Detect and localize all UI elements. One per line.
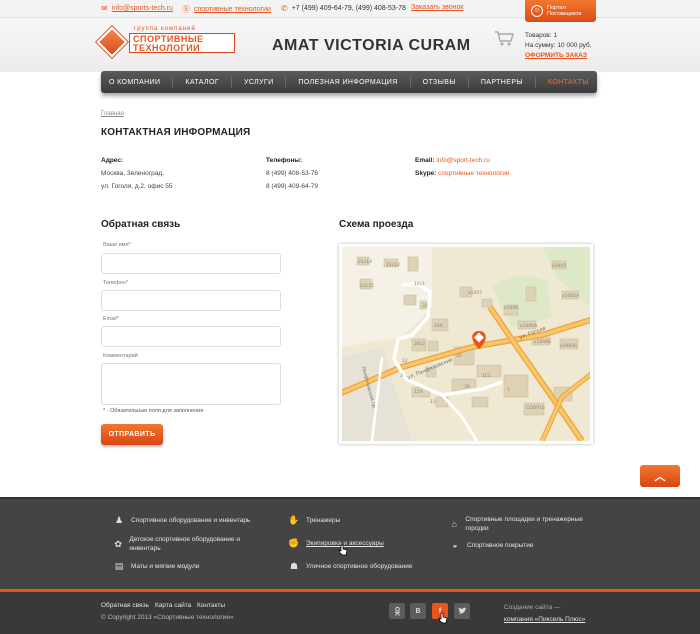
footer-item[interactable]: ⌂ Спортивные площадки и тренажерные город… (449, 515, 589, 533)
playground-icon: ⌂ (451, 518, 457, 529)
map-label: 15А (414, 389, 424, 395)
map-label: 26 (456, 353, 462, 359)
logo-cube-icon (96, 26, 128, 58)
map-label: х1006 (504, 305, 518, 311)
made-by: Создание сайта — компания «Пиксель Плюс» (504, 604, 586, 623)
comment-textarea[interactable] (101, 363, 281, 405)
name-input[interactable] (101, 253, 281, 274)
map-label: 13 (430, 399, 436, 405)
developer-link[interactable]: компания «Пиксель Плюс» (504, 616, 585, 623)
map-label: 16с1 (414, 281, 425, 287)
topbar-email[interactable]: ✉ info@sports-tech.ru (101, 4, 173, 13)
phone-icon: ✆ (281, 4, 288, 13)
outdoor-equipment-icon: ☗ (289, 561, 299, 571)
feedback-link[interactable]: Обратная связь (101, 602, 149, 609)
nav-item-catalog[interactable]: КАТАЛОГ (181, 79, 223, 86)
map-label: х1006Б (534, 339, 551, 345)
footer-item[interactable]: ◒ Спортивное покрытие (449, 541, 533, 550)
mats-icon: ▤ (114, 561, 124, 571)
copyright: © Copyright 2013 «Спортивные технологии» (101, 614, 234, 621)
nav-item-partners[interactable]: ПАРТНЕРЫ (477, 79, 527, 86)
site-logo[interactable]: группа компаний СПОРТИВНЫЕ ТЕХНОЛОГИИ (96, 26, 236, 58)
surface-icon: ◒ (452, 540, 458, 550)
chevron-up-icon: ︿ (654, 471, 666, 483)
nav-item-useful-info[interactable]: ПОЛЕЗНАЯ ИНФОРМАЦИЯ (294, 79, 401, 86)
page-title: КОНТАКТНАЯ ИНФОРМАЦИЯ (101, 127, 251, 138)
map-label: 32 (422, 303, 428, 309)
map-label: х1004Б (560, 343, 577, 349)
location-map[interactable]: 21с14 21с12 21с15 16с1 32 х1007 х1006 х1… (339, 244, 593, 444)
topbar-skype[interactable]: Ⓢ спортивные технологии (182, 4, 271, 15)
name-label: Ваше имя* (103, 242, 131, 248)
twitter-icon[interactable] (454, 603, 470, 619)
phone-label: Телефон* (103, 280, 128, 286)
phone-input[interactable] (101, 290, 281, 311)
checkout-link[interactable]: ОФОРМИТЬ ЗАКАЗ (525, 51, 592, 61)
cursor-hand-icon (438, 612, 448, 624)
map-label: 21с12 (386, 262, 400, 268)
comment-label: Комментарий (103, 353, 138, 359)
email-skype-block: Email: info@sport-tech.ru Skype: спортив… (415, 157, 510, 177)
nav-item-services[interactable]: УСЛУГИ (240, 79, 278, 86)
breadcrumb-home[interactable]: Главная (101, 111, 124, 117)
equipment-icon: ♟ (114, 515, 124, 525)
footer-item[interactable]: ✿ Детское спортивное оборудование и инвен… (113, 535, 253, 553)
bird-glyph-icon (458, 607, 466, 614)
mail-icon: ✉ (101, 4, 108, 13)
scroll-to-top-button[interactable]: ︿ (640, 465, 680, 487)
topbar-phones: ✆ +7 (499) 409-64-79, (499) 408-53-78 (281, 4, 406, 13)
footer-item[interactable]: ☗ Уличное спортивное оборудование (288, 561, 413, 571)
odnoklassniki-icon[interactable] (389, 603, 405, 619)
map-label: 1С1 (482, 373, 491, 379)
map-label: 26с2 (414, 341, 425, 347)
ok-glyph-icon (394, 606, 400, 616)
map-label: 21с14 (358, 259, 372, 265)
gear-accessories-icon: ✊ (288, 538, 300, 548)
map-label: 26А (434, 323, 444, 329)
footer-item[interactable]: ♟ Спортивное оборудование и инвентарь (113, 516, 250, 525)
map-label: х1005А (562, 293, 580, 299)
nav-item-reviews[interactable]: ОТЗЫВЫ (419, 79, 460, 86)
submit-button[interactable]: ОТПРАВИТЬ (101, 424, 163, 445)
cart-summary: Товаров: 1 На сумму: 10 000 руб. ОФОРМИТ… (525, 32, 592, 61)
contact-skype-link[interactable]: спортивные технологии (438, 170, 509, 177)
footer-item[interactable]: ✊ Экипировка и аксессуары (288, 538, 383, 548)
contact-email-link[interactable]: info@sport-tech.ru (436, 157, 490, 164)
map-title: Схема проезда (339, 219, 414, 230)
phones-block: Телефоны: 8 (499) 408-53-78 8 (499) 409-… (266, 157, 319, 190)
trainer-icon: ✋ (288, 515, 300, 525)
map-label: 30 (464, 384, 470, 390)
required-note: * - Обязательные поля для заполнения (103, 408, 204, 414)
callback-link[interactable]: Заказать звонок (411, 4, 463, 11)
cart-icon[interactable] (494, 30, 514, 46)
vkontakte-icon[interactable]: В (410, 603, 426, 619)
feedback-title: Обратная связь (101, 219, 181, 230)
kids-equipment-icon: ✿ (114, 538, 122, 549)
footer-item[interactable]: ✋ Тренажеры (288, 516, 340, 525)
sitemap-link[interactable]: Карта сайта (155, 602, 191, 609)
footer-item[interactable]: ▤ Маты и мягкие модули (113, 561, 200, 571)
map-graphic: 21с14 21с12 21с15 16с1 32 х1007 х1006 х1… (342, 247, 590, 441)
cursor-hand-icon (338, 544, 348, 556)
main-nav: О КОМПАНИИ КАТАЛОГ УСЛУГИ ПОЛЕЗНАЯ ИНФОР… (101, 71, 597, 93)
footer-bottom (0, 592, 700, 634)
contacts-link[interactable]: Контакты (197, 602, 225, 609)
portal-icon: ☺ (531, 5, 543, 17)
map-label: 12 (402, 358, 408, 364)
map-label: COOP10 (526, 405, 545, 411)
skype-icon: Ⓢ (182, 5, 190, 14)
map-label: х1007 (468, 290, 482, 296)
map-label: х1005 (552, 263, 566, 269)
supplier-portal-button[interactable]: ☺ Портал Поставщиков (525, 0, 596, 22)
map-label: 1 (507, 387, 510, 393)
address-block: Адрес: Москва, Зеленоград, ул. Гоголя, д… (101, 157, 173, 190)
site-slogan: AMAT VICTORIA CURAM (272, 37, 471, 54)
nav-item-about[interactable]: О КОМПАНИИ (105, 79, 164, 86)
map-label: 3 (400, 373, 403, 379)
map-label: 21с15 (360, 283, 374, 289)
email-input[interactable] (101, 326, 281, 347)
email-label: Email* (103, 316, 119, 322)
nav-item-contacts[interactable]: КОНТАКТЫ (544, 79, 593, 86)
